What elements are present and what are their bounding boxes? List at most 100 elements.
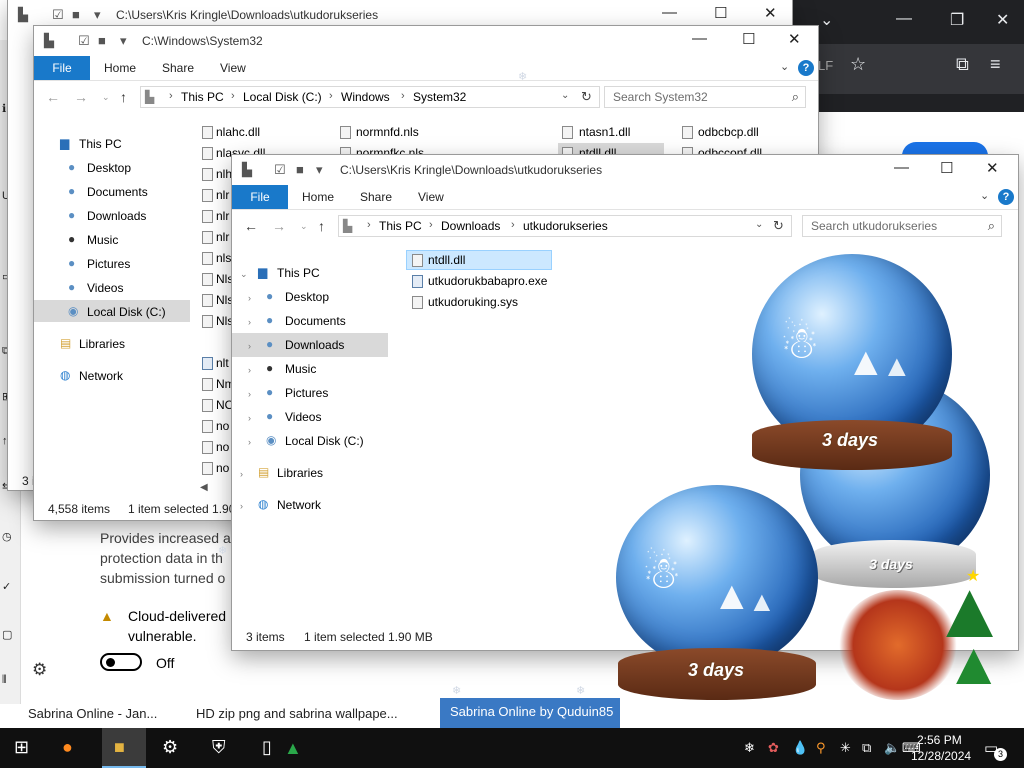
browser-restore-button[interactable]: ❐	[950, 10, 964, 30]
nav-libraries[interactable]: Libraries	[277, 466, 323, 480]
droplet-icon[interactable]: 💧	[792, 740, 808, 756]
refresh-icon[interactable]: ↻	[581, 89, 592, 105]
nav-downloads[interactable]: Downloads	[285, 338, 344, 352]
expand-chevron-icon[interactable]: ›	[240, 469, 243, 479]
forward-arrow-icon[interactable]: →	[74, 89, 88, 105]
properties-icon[interactable]: ☑	[78, 33, 90, 49]
search-icon[interactable]: ⌕	[988, 218, 995, 234]
minimize-button[interactable]: —	[662, 4, 677, 21]
snowflake-icon[interactable]: ❄	[744, 740, 755, 756]
bottom-link-2[interactable]: HD zip png and sabrina wallpape...	[196, 706, 398, 721]
extensions-icon[interactable]: ⧉	[956, 54, 969, 75]
ribbon-expand-icon[interactable]: ⌄	[980, 189, 989, 202]
nav-desktop[interactable]: Desktop	[87, 161, 131, 175]
file-item[interactable]: nlt	[216, 356, 229, 370]
tab-view[interactable]: View	[418, 190, 444, 204]
file-item-selected[interactable]: ntdll.dll	[428, 253, 465, 267]
help-icon[interactable]: ?	[798, 60, 814, 76]
close-button[interactable]: ✕	[764, 4, 777, 22]
nav-videos[interactable]: Videos	[285, 410, 321, 424]
nav-desktop[interactable]: Desktop	[285, 290, 329, 304]
breadcrumb-utkudorukseries[interactable]: utkudorukseries	[523, 219, 608, 233]
address-bar[interactable]: ▙ › This PC › Local Disk (C:) › Windows …	[140, 86, 600, 108]
address-dropdown-icon[interactable]: ⌄	[561, 90, 569, 101]
expand-chevron-icon[interactable]: ›	[248, 341, 251, 351]
expand-chevron-icon[interactable]: ⌄	[240, 269, 248, 280]
file-item[interactable]: utkudoruking.sys	[428, 295, 518, 309]
forward-arrow-icon[interactable]: →	[272, 218, 286, 234]
expand-chevron-icon[interactable]: ›	[248, 365, 251, 375]
qa-dropdown-icon[interactable]: ▾	[120, 33, 127, 49]
clock-date[interactable]: 12/28/2024	[911, 749, 971, 763]
nav-pictures[interactable]: Pictures	[87, 257, 130, 271]
breadcrumb-this-pc[interactable]: This PC	[181, 90, 224, 104]
recent-dropdown-icon[interactable]: ⌄	[102, 92, 110, 103]
expand-chevron-icon[interactable]: ›	[248, 293, 251, 303]
breadcrumb-separator[interactable]: ›	[169, 90, 173, 102]
ribbon-expand-icon[interactable]: ⌄	[780, 60, 789, 73]
nav-local-disk[interactable]: Local Disk (C:)	[87, 305, 166, 319]
qa-dropdown-icon[interactable]: ▾	[94, 7, 101, 23]
clock-time[interactable]: 2:56 PM	[917, 733, 962, 747]
nav-this-pc[interactable]: This PC	[277, 266, 320, 280]
speaker-icon[interactable]: 🔈	[884, 740, 900, 756]
tab-home[interactable]: Home	[104, 61, 136, 75]
maximize-button[interactable]: ☐	[940, 159, 953, 177]
nav-network[interactable]: Network	[277, 498, 321, 512]
browser-dropdown-icon[interactable]: ⌄	[820, 10, 833, 30]
nav-downloads[interactable]: Downloads	[87, 209, 146, 223]
file-item[interactable]: Nls	[216, 272, 233, 286]
properties-icon[interactable]: ☑	[52, 7, 64, 23]
file-item[interactable]: Nls	[216, 314, 233, 328]
help-icon[interactable]: ?	[998, 189, 1014, 205]
tree-app-icon[interactable]: ▲	[284, 738, 302, 759]
browser-close-button[interactable]: ✕	[996, 10, 1009, 30]
expand-chevron-icon[interactable]: ›	[248, 389, 251, 399]
defender-icon[interactable]: ⛨	[212, 737, 226, 758]
new-folder-icon[interactable]: ■	[296, 162, 304, 177]
file-item[interactable]: nlr	[216, 188, 229, 202]
breadcrumb-downloads[interactable]: Downloads	[441, 219, 500, 233]
settings-icon[interactable]: ⚙	[162, 737, 178, 758]
gear-icon[interactable]: ⚙	[32, 660, 47, 680]
close-button[interactable]: ✕	[986, 159, 999, 177]
nav-pictures[interactable]: Pictures	[285, 386, 328, 400]
file-explorer-icon[interactable]: ■	[114, 737, 125, 758]
qa-dropdown-icon[interactable]: ▾	[316, 162, 323, 178]
search-box[interactable]: Search System32 ⌕	[604, 86, 806, 108]
maximize-button[interactable]: ☐	[714, 4, 727, 22]
nav-this-pc[interactable]: This PC	[79, 137, 122, 151]
tab-file[interactable]: File	[232, 185, 288, 209]
search-box[interactable]: Search utkudorukseries ⌕	[802, 215, 1002, 237]
file-item[interactable]: no	[216, 461, 229, 475]
expand-chevron-icon[interactable]: ›	[248, 437, 251, 447]
browser-minimize-button[interactable]: —	[896, 10, 912, 28]
menu-icon[interactable]: ≡	[990, 54, 1001, 75]
network-icon[interactable]: ⧉	[862, 740, 871, 756]
app-icon[interactable]: ▯	[262, 737, 272, 758]
file-item[interactable]: nlr	[216, 209, 229, 223]
scroll-left-arrow-icon[interactable]: ◀	[200, 482, 208, 493]
breadcrumb-system32[interactable]: System32	[413, 90, 466, 104]
bottom-link-3[interactable]: Sabrina Online by Quduin85	[440, 698, 620, 728]
new-folder-icon[interactable]: ■	[98, 33, 106, 48]
firefox-icon[interactable]: ●	[62, 737, 73, 758]
breadcrumb-separator[interactable]: ›	[429, 219, 433, 231]
minimize-button[interactable]: —	[894, 159, 909, 176]
start-icon[interactable]: ⊞	[14, 737, 29, 758]
bottom-link-1[interactable]: Sabrina Online - Jan...	[28, 706, 157, 721]
nav-network[interactable]: Network	[79, 369, 123, 383]
file-item[interactable]: odbcbcp.dll	[698, 125, 759, 139]
new-folder-icon[interactable]: ■	[72, 7, 80, 22]
breadcrumb-windows[interactable]: Windows	[341, 90, 390, 104]
breadcrumb-separator[interactable]: ›	[511, 219, 515, 231]
file-item[interactable]: nlr	[216, 230, 229, 244]
file-item[interactable]: nlh	[216, 167, 232, 181]
tab-view[interactable]: View	[220, 61, 246, 75]
address-bar-text[interactable]: LF	[818, 58, 833, 73]
address-bar[interactable]: ▙ › This PC › Downloads › utkudorukserie…	[338, 215, 792, 237]
file-item[interactable]: Nls	[216, 293, 233, 307]
file-item[interactable]: no	[216, 440, 229, 454]
file-item[interactable]: nls	[216, 251, 231, 265]
file-item[interactable]: utkudorukbabapro.exe	[428, 274, 547, 288]
